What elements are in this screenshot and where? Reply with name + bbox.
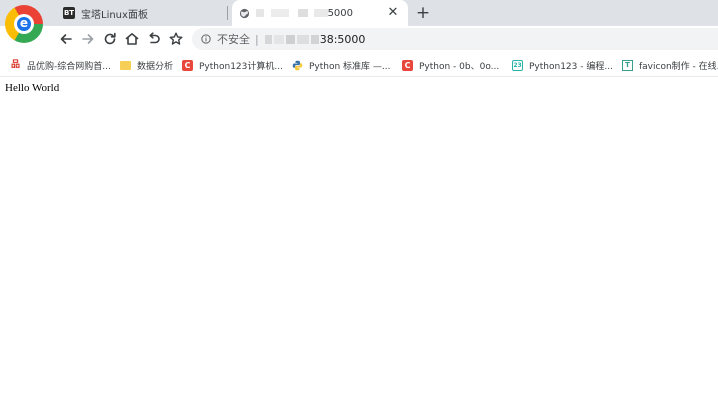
bookmarks-bar: 品 品优购-综合网购首... 数据分析 C Python123计算机... Py… bbox=[0, 52, 718, 77]
red-c-icon: C bbox=[402, 59, 413, 71]
back-button[interactable] bbox=[57, 30, 75, 48]
tab-strip: e BT 宝塔Linux面板 5000 ✕ + bbox=[0, 0, 718, 43]
python-icon bbox=[292, 60, 303, 70]
security-label: 不安全 bbox=[217, 33, 250, 46]
bookmark-pinyougou[interactable]: 品 品优购-综合网购首... bbox=[10, 58, 111, 72]
bookmark-label: Python 标准库 —... bbox=[309, 61, 391, 72]
home-button[interactable] bbox=[123, 30, 141, 48]
new-tab-button[interactable]: + bbox=[414, 4, 432, 22]
undo-icon bbox=[149, 32, 160, 44]
bookmark-label: favicon制作 - 在线... bbox=[639, 61, 718, 72]
undo-button[interactable] bbox=[145, 30, 163, 48]
bookmark-python123-programming[interactable]: 23 Python123 - 编程... bbox=[512, 58, 613, 72]
folder-icon bbox=[120, 60, 131, 70]
forward-button[interactable] bbox=[79, 30, 97, 48]
bookmark-folder-data-analysis[interactable]: 数据分析 bbox=[120, 58, 173, 72]
redacted-block bbox=[313, 8, 328, 17]
bookmark-python-stdlib[interactable]: Python 标准库 —... bbox=[292, 58, 391, 72]
close-tab-icon[interactable]: ✕ bbox=[386, 6, 400, 20]
reload-button[interactable] bbox=[101, 30, 119, 48]
redacted-block bbox=[271, 8, 290, 17]
tab-title: 宝塔Linux面板 bbox=[81, 9, 148, 21]
home-icon bbox=[125, 33, 139, 45]
tab-title: 5000 bbox=[256, 8, 353, 19]
redacted-url bbox=[264, 34, 319, 44]
redacted-block bbox=[298, 8, 309, 17]
favicon-tool-icon: T bbox=[622, 59, 633, 71]
bookmark-star-button[interactable] bbox=[167, 30, 185, 48]
reload-icon bbox=[104, 32, 116, 45]
tab-bt-panel[interactable]: BT 宝塔Linux面板 bbox=[56, 0, 228, 26]
tab-title-suffix: 5000 bbox=[327, 7, 354, 19]
teal-board-icon: 23 bbox=[512, 59, 523, 71]
bookmark-python123-computer[interactable]: C Python123计算机... bbox=[182, 58, 283, 72]
address-separator: | bbox=[255, 32, 259, 46]
star-icon bbox=[169, 32, 183, 45]
hello-world-text: Hello World bbox=[5, 82, 60, 94]
tab-separator bbox=[227, 6, 228, 20]
tab-active[interactable]: 5000 ✕ bbox=[232, 0, 408, 26]
bookmark-label: Python123 - 编程... bbox=[529, 61, 613, 72]
browser-logo-icon: e bbox=[5, 5, 43, 43]
url-text: 38:5000 bbox=[319, 32, 366, 46]
browser-window: e BT 宝塔Linux面板 5000 ✕ + 不安全 | 38:5000 品 … bbox=[0, 0, 718, 406]
red-c-icon: C bbox=[182, 59, 193, 71]
red-logo-icon: 品 bbox=[10, 59, 20, 70]
arrow-right-icon bbox=[82, 34, 94, 44]
bt-favicon-icon: BT bbox=[63, 7, 75, 19]
arrow-left-icon bbox=[60, 34, 72, 44]
globe-icon bbox=[239, 8, 250, 18]
bookmark-label: 品优购-综合网购首... bbox=[27, 61, 111, 72]
bookmark-label: Python - 0b、0o... bbox=[419, 61, 500, 72]
info-icon[interactable] bbox=[201, 34, 211, 44]
bookmark-label: 数据分析 bbox=[137, 61, 174, 72]
bookmark-label: Python123计算机... bbox=[199, 61, 283, 72]
address-bar[interactable]: 不安全 | 38:5000 bbox=[192, 28, 718, 50]
redacted-block bbox=[256, 8, 264, 17]
bookmark-favicon-maker[interactable]: T favicon制作 - 在线... bbox=[622, 58, 718, 72]
bookmark-python-number-bases[interactable]: C Python - 0b、0o... bbox=[402, 58, 499, 72]
toolbar: 不安全 | 38:5000 bbox=[0, 26, 718, 52]
page-content: Hello World bbox=[0, 77, 718, 406]
